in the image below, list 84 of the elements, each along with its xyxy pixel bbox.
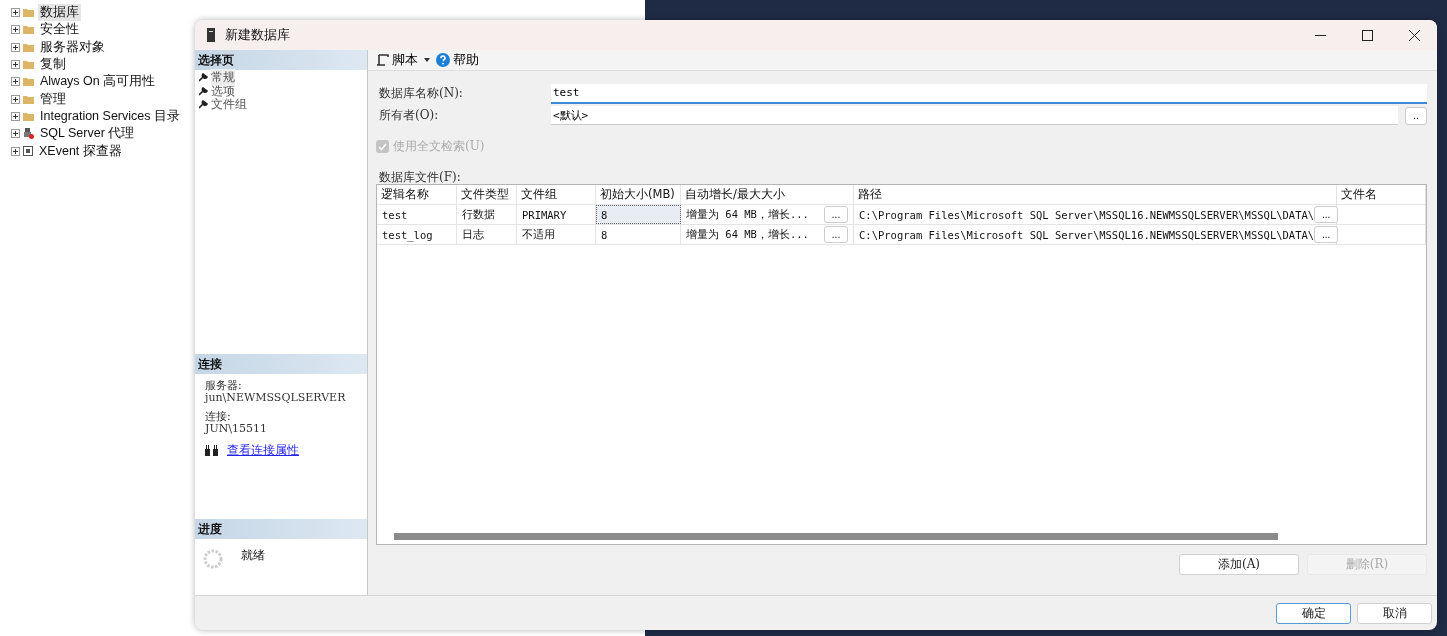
wrench-icon	[199, 100, 208, 110]
section-header: 连接	[195, 354, 367, 374]
owner-field[interactable]: <默认>	[551, 106, 1398, 125]
column-header[interactable]: 逻辑名称	[377, 185, 457, 204]
maximize-icon[interactable]	[1362, 29, 1373, 41]
folder-icon	[23, 42, 34, 52]
browse-button[interactable]: ...	[824, 226, 848, 243]
table-cell: C:\Program Files\Microsoft SQL Server\MSSQL16.NEWMSSQLSERVER\MSSQL\DATA\ ...	[854, 225, 1337, 244]
tree-item[interactable]: 管理	[38, 90, 68, 108]
table-cell: test	[377, 205, 457, 224]
table-cell: test_log	[377, 225, 457, 244]
page-item[interactable]: 文件组	[211, 96, 247, 114]
expand-icon[interactable]	[11, 129, 20, 139]
table-cell: 日志	[457, 225, 517, 244]
section-label: 数据库文件(F):	[378, 169, 462, 184]
expand-icon[interactable]	[11, 146, 20, 156]
name-field[interactable]: test	[551, 83, 1427, 104]
info-value: jun\NEWMSSQLSERVER	[205, 392, 347, 404]
folder-icon	[23, 60, 34, 70]
checkbox-label: 使用全文检索(U)	[393, 138, 485, 155]
column-header[interactable]: 文件组	[517, 185, 596, 204]
field-label: 所有者(O):	[378, 107, 440, 124]
table-cell: 行数据	[457, 205, 517, 224]
caret-icon[interactable]	[424, 58, 430, 62]
wrench-icon	[199, 86, 208, 96]
folder-icon	[23, 77, 34, 87]
folder-icon	[23, 94, 34, 104]
browse-button[interactable]: ...	[824, 206, 848, 223]
scrollbar-thumb[interactable]	[394, 533, 1278, 540]
table-cell: 增量为 64 MB，增长... ...	[681, 225, 854, 244]
expand-icon[interactable]	[11, 8, 20, 18]
table-cell: 8	[596, 205, 681, 224]
tree-item[interactable]: 数据库	[38, 4, 81, 22]
column-header[interactable]: 初始大小(MB)	[596, 185, 681, 204]
info-value: JUN\15511	[205, 423, 268, 435]
tree-item[interactable]: 服务器对象	[38, 38, 107, 56]
folder-icon	[23, 111, 34, 121]
tree-item[interactable]: 安全性	[38, 21, 81, 39]
column-header[interactable]: 文件类型	[457, 185, 517, 204]
table-cell: 增量为 64 MB，增长... ...	[681, 205, 854, 224]
agent-icon	[23, 128, 34, 140]
expand-icon[interactable]	[11, 94, 20, 104]
help-icon	[436, 53, 450, 67]
connection-link[interactable]: 查看连接属性	[227, 442, 299, 459]
section-header: 进度	[195, 519, 367, 539]
ok-button[interactable]: 确定	[1276, 602, 1351, 624]
table-cell: 不适用	[517, 225, 596, 244]
expand-icon[interactable]	[11, 60, 20, 70]
status-text: 就绪	[241, 547, 265, 564]
expand-icon[interactable]	[11, 42, 20, 52]
folder-icon	[23, 8, 34, 18]
window-title: 新建数据库	[225, 26, 290, 44]
tree-item[interactable]: Integration Services 目录	[38, 107, 182, 125]
expand-icon[interactable]	[11, 111, 20, 121]
add-button[interactable]: 添加(A)	[1179, 554, 1299, 575]
tree-item[interactable]: SQL Server 代理	[38, 125, 137, 143]
browse-button[interactable]: ..	[1405, 106, 1427, 125]
tree-item[interactable]: XEvent 探查器	[37, 142, 124, 160]
spinner-icon	[203, 549, 223, 569]
column-header[interactable]: 文件名	[1337, 185, 1426, 204]
script-icon	[376, 53, 389, 67]
cancel-button[interactable]: 取消	[1357, 602, 1432, 624]
section-header: 选择页	[195, 50, 367, 70]
tree-item[interactable]: 复制	[38, 56, 68, 74]
server-icon	[207, 28, 215, 42]
browse-button[interactable]: ...	[1314, 226, 1339, 243]
browse-button[interactable]: ...	[1314, 206, 1339, 223]
plug-icon	[205, 445, 219, 456]
field-label: 数据库名称(N):	[378, 85, 464, 102]
folder-icon	[23, 25, 34, 35]
expand-icon[interactable]	[11, 77, 20, 87]
script-button[interactable]: 脚本	[376, 51, 418, 69]
window-icon	[23, 146, 33, 156]
help-button[interactable]: 帮助	[436, 51, 479, 69]
info-label: 连接:	[205, 411, 232, 423]
close-icon[interactable]	[1409, 29, 1420, 41]
info-label: 服务器:	[205, 380, 243, 392]
tree-item[interactable]: Always On 高可用性	[38, 73, 158, 91]
wrench-icon	[199, 73, 208, 83]
column-header[interactable]: 自动增长/最大大小	[681, 185, 854, 204]
expand-icon[interactable]	[11, 25, 20, 35]
table-cell: 8	[596, 225, 681, 244]
table-cell: C:\Program Files\Microsoft SQL Server\MSSQL16.NEWMSSQLSERVER\MSSQL\DATA\ ...	[854, 205, 1337, 224]
column-header[interactable]: 路径	[854, 185, 1337, 204]
